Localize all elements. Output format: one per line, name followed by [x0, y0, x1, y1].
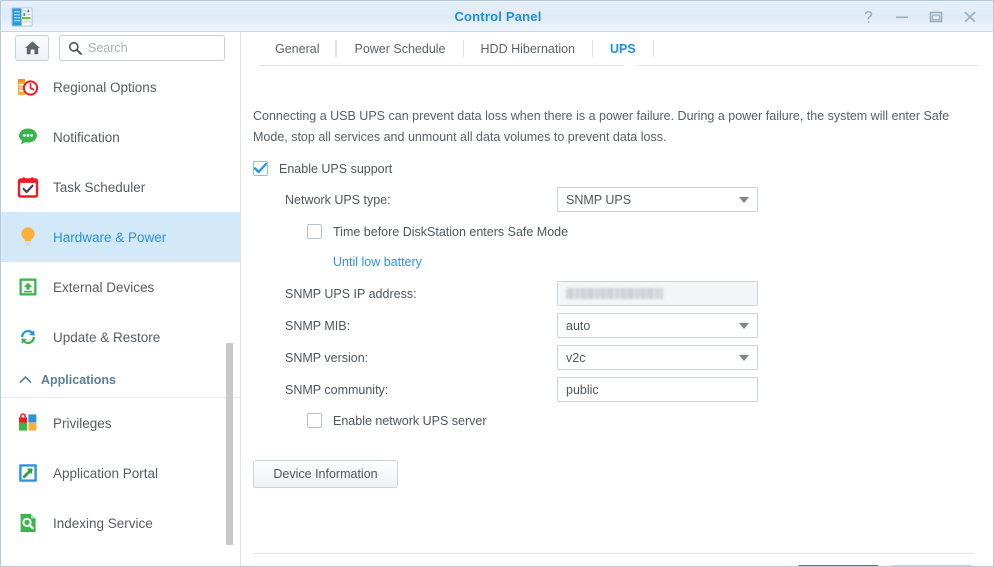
active-tab-indicator [623, 60, 637, 66]
update-restore-icon [15, 324, 41, 350]
safe-mode-row[interactable]: Time before DiskStation enters Safe Mode [307, 224, 568, 239]
close-button[interactable] [953, 1, 987, 32]
sidebar-item-label: Notification [53, 129, 120, 145]
sidebar-item-shared-folder-sync[interactable]: Shared Folder Sync [1, 548, 240, 567]
footer-divider [253, 553, 974, 554]
snmp-version-label: SNMP version: [285, 350, 369, 365]
snmp-community-label: SNMP community: [285, 382, 389, 397]
sidebar-item-update-restore[interactable]: Update & Restore [1, 312, 240, 362]
search-placeholder: Search [88, 41, 128, 55]
chevron-up-icon [19, 375, 32, 384]
home-icon [24, 41, 40, 55]
sidebar-item-label: Privileges [53, 415, 112, 431]
snmp-mib-select[interactable]: auto [557, 313, 758, 338]
maximize-button[interactable] [919, 1, 953, 32]
sidebar-item-privileges[interactable]: Privileges [1, 398, 240, 448]
tab-hdd-hibernation[interactable]: HDD Hibernation [464, 32, 592, 65]
enable-network-ups-server-label: Enable network UPS server [333, 413, 487, 428]
network-ups-type-value: SNMP UPS [566, 192, 632, 207]
task-scheduler-icon [15, 174, 41, 200]
network-ups-type-row: Network UPS type: SNMP UPS [285, 187, 758, 212]
sidebar-item-task-scheduler[interactable]: Task Scheduler [1, 162, 240, 212]
snmp-version-row: SNMP version: v2c [285, 345, 758, 370]
control-panel-window: Control Panel Search Regional Options No… [0, 0, 994, 567]
network-ups-type-select[interactable]: SNMP UPS [557, 187, 758, 212]
regional-options-icon [15, 74, 41, 100]
enable-ups-support-label: Enable UPS support [279, 161, 393, 176]
sidebar-item-label: External Devices [53, 279, 155, 295]
ups-description: Connecting a USB UPS can prevent data lo… [253, 109, 950, 144]
sidebar-group-applications[interactable]: Applications [1, 362, 240, 398]
chevron-down-icon [739, 354, 749, 361]
tab-divider [652, 40, 654, 57]
enable-network-ups-server-row[interactable]: Enable network UPS server [307, 413, 487, 428]
sidebar-item-label: Hardware & Power [53, 229, 167, 245]
help-button[interactable] [851, 1, 885, 32]
sidebar: Search Regional Options Notification Tas… [1, 32, 241, 567]
chevron-down-icon [739, 322, 749, 329]
sidebar-item-label: Regional Options [53, 79, 157, 95]
snmp-community-value: public [566, 382, 599, 397]
snmp-community-input[interactable]: public [557, 377, 758, 402]
sidebar-item-label: Indexing Service [53, 515, 153, 531]
title-bar: Control Panel [1, 1, 993, 32]
sidebar-item-indexing-service[interactable]: Indexing Service [1, 498, 240, 548]
tab-label: HDD Hibernation [480, 41, 575, 56]
main-panel: General Power Schedule HDD Hibernation U… [242, 32, 993, 566]
sidebar-item-notification[interactable]: Notification [1, 112, 240, 162]
sidebar-scrollbar-thumb[interactable] [226, 343, 233, 545]
minimize-button[interactable] [885, 1, 919, 32]
snmp-mib-value: auto [566, 318, 591, 333]
snmp-mib-row: SNMP MIB: auto [285, 313, 758, 338]
sidebar-group-label: Applications [41, 372, 117, 387]
snmp-community-row: SNMP community: public [285, 377, 758, 402]
snmp-ip-label: SNMP UPS IP address: [285, 286, 417, 301]
snmp-mib-label: SNMP MIB: [285, 318, 351, 333]
indexing-service-icon [15, 510, 41, 536]
sidebar-list: Regional Options Notification Task Sched… [1, 62, 240, 567]
shared-folder-sync-icon [15, 560, 41, 566]
sidebar-item-external-devices[interactable]: External Devices [1, 262, 240, 312]
search-icon [68, 41, 82, 55]
window-title: Control Panel [454, 9, 542, 24]
sidebar-item-label: Update & Restore [53, 329, 161, 345]
enable-ups-support-checkbox[interactable] [253, 161, 268, 176]
tab-general[interactable]: General [258, 32, 337, 65]
snmp-version-value: v2c [566, 350, 586, 365]
safe-mode-checkbox[interactable] [307, 224, 322, 239]
privileges-icon [15, 410, 41, 436]
window-controls [851, 1, 987, 32]
snmp-ip-input[interactable] [557, 281, 758, 306]
tab-label: UPS [610, 41, 636, 56]
tab-label: General [275, 41, 320, 56]
snmp-version-select[interactable]: v2c [557, 345, 758, 370]
device-information-button[interactable]: Device Information [253, 460, 398, 488]
sidebar-item-label: Task Scheduler [53, 179, 146, 195]
snmp-ip-redacted-value [566, 288, 663, 299]
notification-icon [15, 124, 41, 150]
network-ups-type-label: Network UPS type: [285, 192, 391, 207]
safe-mode-label: Time before DiskStation enters Safe Mode [333, 224, 569, 239]
sidebar-item-application-portal[interactable]: Application Portal [1, 448, 240, 498]
enable-network-ups-server-checkbox[interactable] [307, 413, 322, 428]
home-button[interactable] [15, 35, 49, 61]
ups-settings-form: Connecting a USB UPS can prevent data lo… [242, 66, 993, 566]
until-low-battery-link[interactable]: Until low battery [333, 255, 422, 269]
check-icon [254, 163, 267, 174]
tab-power-schedule[interactable]: Power Schedule [337, 32, 462, 65]
tab-bar: General Power Schedule HDD Hibernation U… [242, 32, 993, 65]
search-input[interactable]: Search [59, 35, 225, 61]
sidebar-toolbar: Search [1, 32, 240, 62]
tab-label: Power Schedule [354, 41, 446, 56]
chevron-down-icon [739, 196, 749, 203]
snmp-ip-row: SNMP UPS IP address: [285, 281, 758, 306]
application-portal-icon [15, 460, 41, 486]
sidebar-item-hardware-power[interactable]: Hardware & Power [1, 212, 240, 262]
sidebar-item-label: Application Portal [53, 465, 159, 481]
external-devices-icon [15, 274, 41, 300]
sidebar-item-regional-options[interactable]: Regional Options [1, 62, 240, 112]
enable-ups-support-row[interactable]: Enable UPS support [253, 161, 392, 176]
hardware-power-icon [15, 224, 41, 250]
